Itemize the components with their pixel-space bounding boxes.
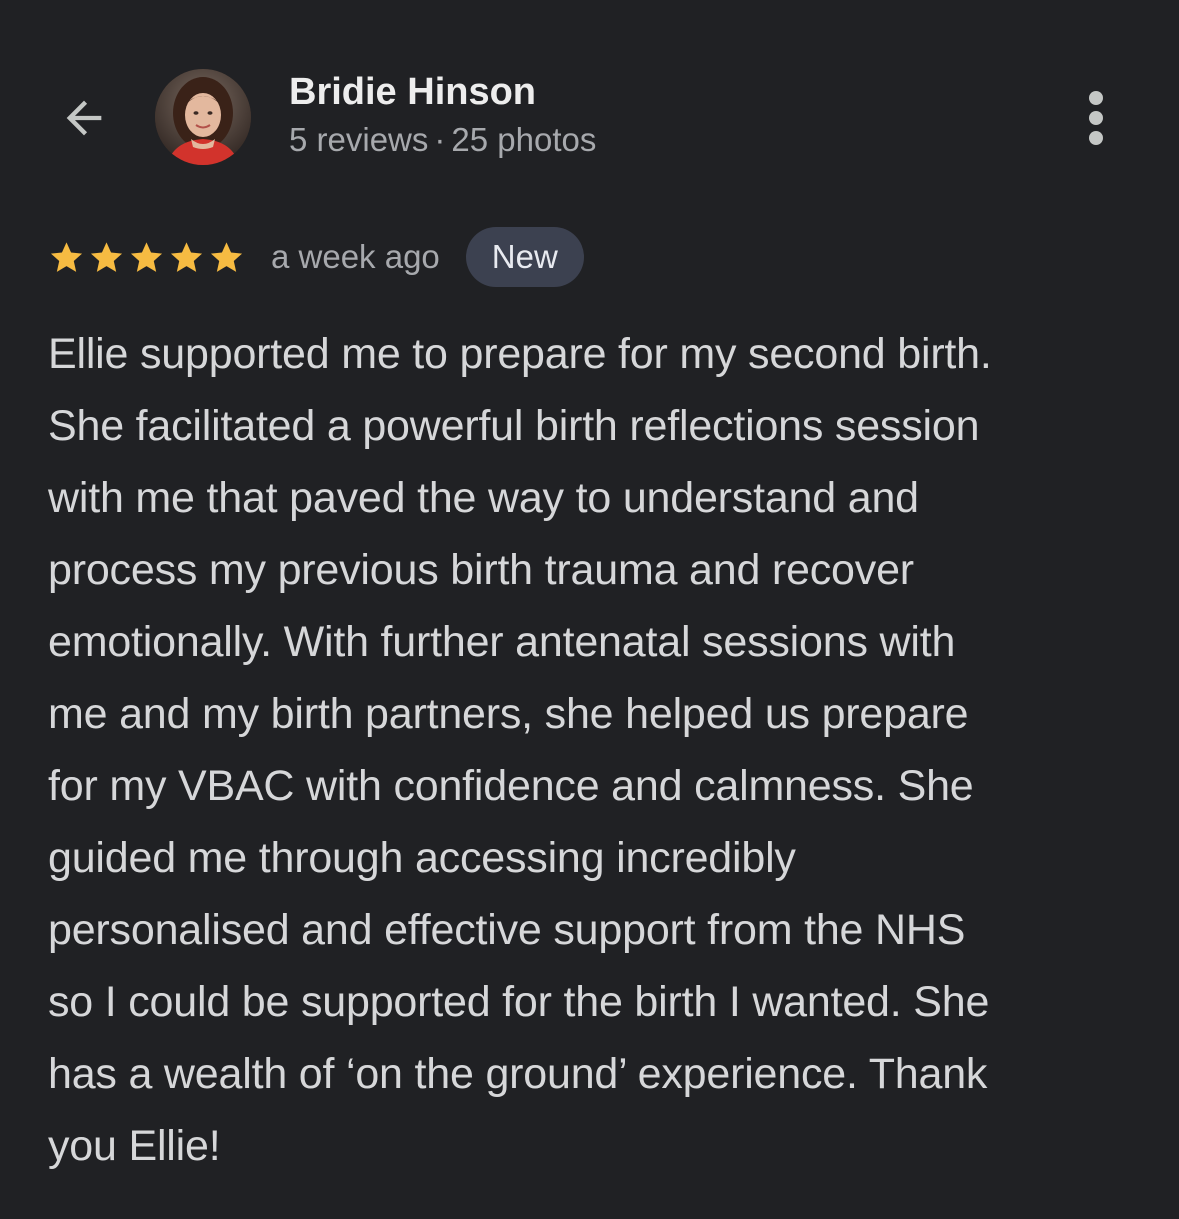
- review-text-line: with me that paved the way to understand…: [48, 474, 919, 522]
- star-icon: [90, 241, 123, 272]
- review-text-line: you Ellie!: [48, 1122, 221, 1170]
- star-rating: [48, 239, 245, 276]
- review-text-line: She facilitated a powerful birth reflect…: [48, 402, 980, 450]
- photos-count: 25 photos: [451, 121, 597, 158]
- star-icon: [170, 241, 203, 272]
- review-text-line: Ellie supported me to prepare for my sec…: [48, 330, 992, 378]
- reviewer-stats: 5 reviews · 25 photos: [289, 121, 596, 159]
- reviews-count: 5 reviews: [289, 121, 429, 158]
- arrow-left-icon: [66, 100, 102, 136]
- review-text-line: emotionally. With further antenatal sess…: [48, 618, 956, 666]
- star-icon: [210, 241, 243, 272]
- star-icon: [130, 241, 163, 272]
- review-text-line: so I could be supported for the birth I …: [48, 978, 990, 1026]
- review-text-line: has a wealth of ‘on the ground’ experien…: [48, 1050, 988, 1098]
- back-button[interactable]: [50, 84, 118, 152]
- review-text-line: process my previous birth trauma and rec…: [48, 546, 914, 594]
- review-text: Ellie supported me to prepare for my sec…: [48, 318, 1148, 1182]
- reviewer-photo: [155, 69, 251, 165]
- more-options-button[interactable]: [1070, 88, 1122, 148]
- avatar[interactable]: [155, 69, 251, 165]
- separator-dot: ·: [434, 121, 446, 158]
- review-text-line: me and my birth partners, she helped us …: [48, 690, 969, 738]
- review-text-line: for my VBAC with confidence and calmness…: [48, 762, 974, 810]
- reviewer-name[interactable]: Bridie Hinson: [289, 71, 536, 114]
- review-time: a week ago: [271, 238, 440, 275]
- rating-row: a week ago New: [48, 226, 584, 288]
- review-text-line: guided me through accessing incredibly: [48, 834, 796, 882]
- star-icon: [50, 241, 83, 272]
- review-text-line: personalised and effective support from …: [48, 906, 966, 954]
- reviewer-header: Bridie Hinson 5 reviews · 25 photos: [0, 0, 1179, 200]
- more-vertical-icon: [1089, 91, 1103, 145]
- new-badge: New: [465, 227, 584, 287]
